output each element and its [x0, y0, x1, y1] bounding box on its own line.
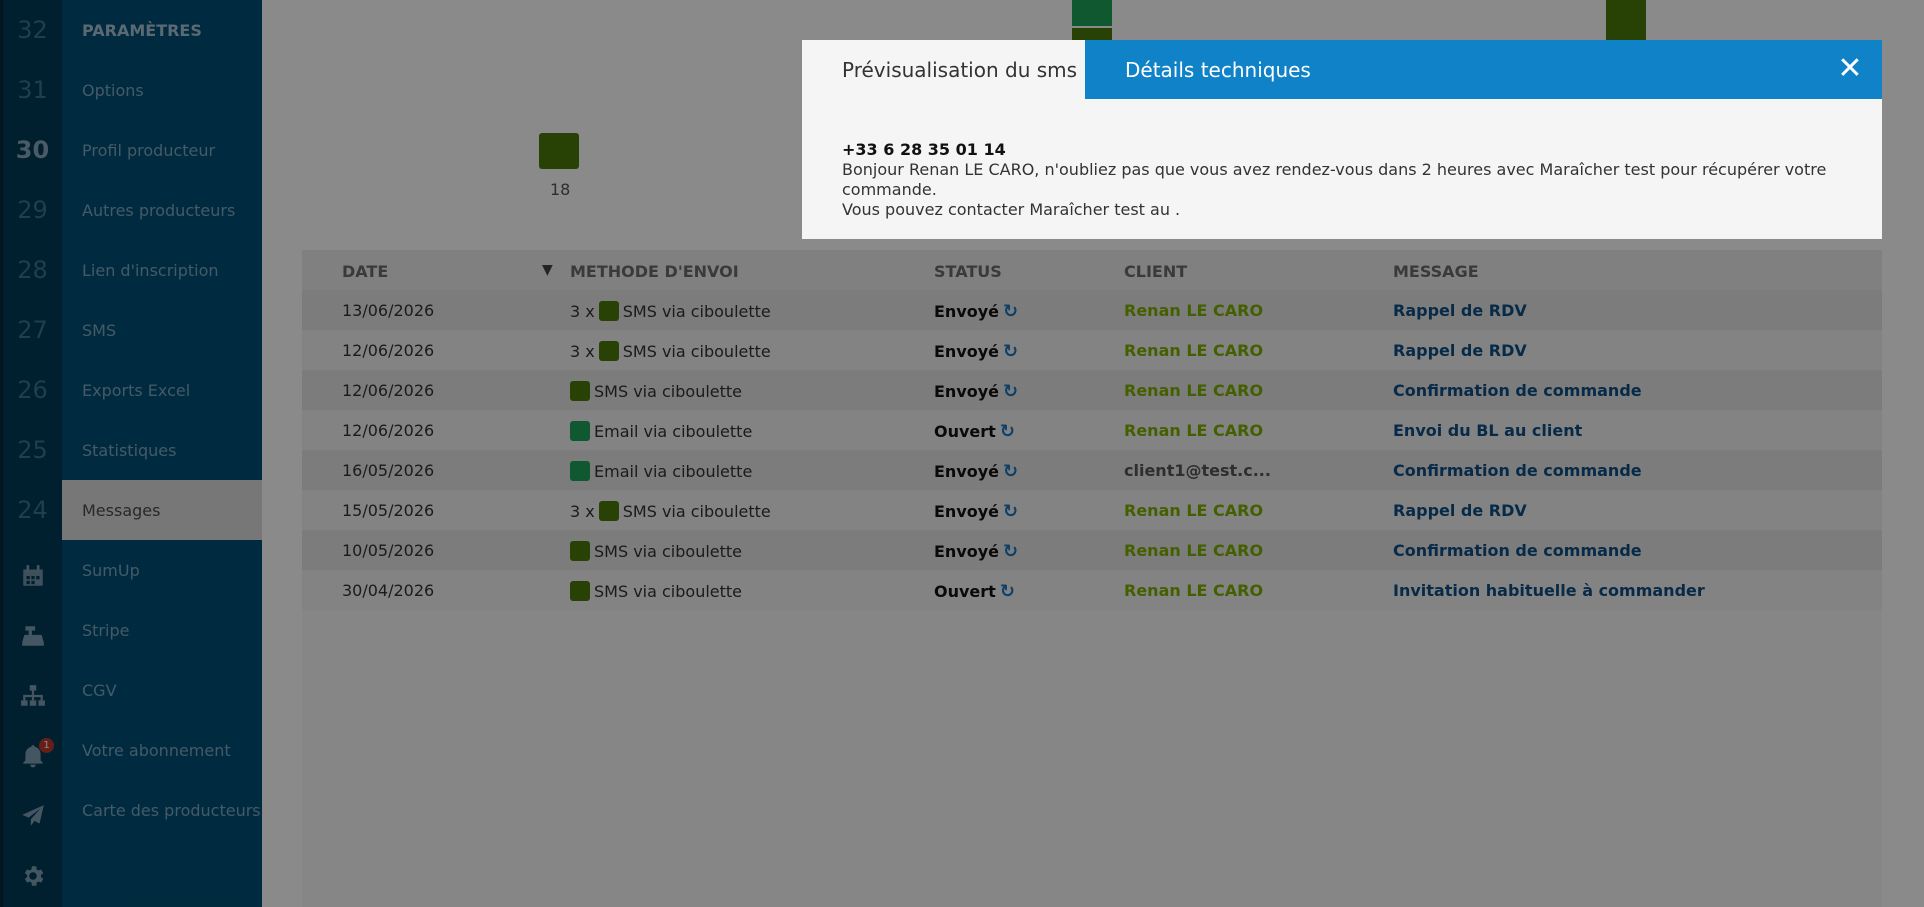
close-icon[interactable]: ✕: [1834, 51, 1866, 86]
sms-text-line: Vous pouvez contacter Maraîcher test au …: [842, 200, 1181, 219]
sms-text-line: Bonjour Renan LE CARO, n'oubliez pas que…: [842, 160, 1827, 199]
sms-preview-modal: Prévisualisation du sms Détails techniqu…: [802, 40, 1882, 239]
sms-phone-number: +33 6 28 35 01 14: [842, 140, 1006, 159]
tab-sms-preview[interactable]: Prévisualisation du sms: [802, 40, 1085, 99]
tab-technical-details[interactable]: Détails techniques: [1125, 40, 1311, 99]
modal-tab-bar: Prévisualisation du sms Détails techniqu…: [802, 40, 1882, 99]
sms-preview-content: +33 6 28 35 01 14 Bonjour Renan LE CARO,…: [842, 140, 1852, 220]
